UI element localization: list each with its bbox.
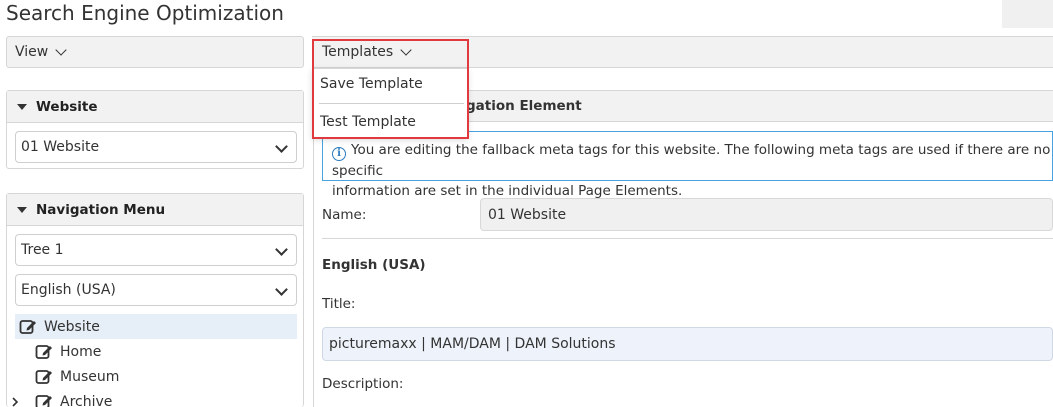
tree-item-archive[interactable]: Archive — [12, 389, 297, 407]
website-panel-header[interactable]: Website — [7, 91, 303, 123]
info-text-line1: You are editing the fallback meta tags f… — [332, 142, 1051, 179]
templates-toolbar: Templates — [312, 36, 1053, 68]
title-input[interactable]: picturemaxx | MAM/DAM | DAM Solutions — [322, 327, 1053, 361]
chevron-down-icon — [275, 243, 288, 256]
tree-select[interactable]: Tree 1 — [15, 234, 297, 266]
info-message: i You are editing the fallback meta tags … — [322, 131, 1053, 199]
edit-icon — [35, 344, 52, 359]
info-icon: i — [332, 147, 346, 161]
tree-select-value: Tree 1 — [21, 242, 64, 258]
edit-icon — [19, 319, 36, 334]
templates-menu-button[interactable]: Templates — [322, 44, 412, 60]
chevron-down-icon — [275, 283, 288, 296]
view-label: View — [15, 44, 49, 60]
caret-down-icon — [17, 103, 27, 110]
chevron-down-icon — [55, 44, 67, 56]
description-label: Description: — [322, 376, 404, 392]
panel-title: gation Element — [466, 98, 582, 114]
navigation-panel-header[interactable]: Navigation Menu — [7, 194, 303, 226]
left-column: View Website 01 Website Navigation Menu … — [0, 30, 312, 407]
page-title: Search Engine Optimization — [6, 1, 284, 25]
tree-item-label: Archive — [60, 393, 113, 407]
title-label: Title: — [322, 296, 356, 312]
chevron-down-icon — [275, 140, 288, 153]
save-template-item[interactable]: Save Template — [320, 76, 423, 92]
navigation-tree: Website Home Museum Archive — [12, 314, 297, 407]
edit-icon — [35, 394, 52, 407]
tree-item-home[interactable]: Home — [15, 339, 297, 364]
name-field-value: 01 Website — [488, 206, 567, 223]
title-input-value: picturemaxx | MAM/DAM | DAM Solutions — [329, 336, 616, 352]
divider — [322, 238, 1053, 239]
chevron-right-icon[interactable] — [10, 397, 20, 407]
tree-item-label: Website — [44, 318, 100, 335]
language-select-value: English (USA) — [21, 282, 116, 298]
tree-item-museum[interactable]: Museum — [15, 364, 297, 389]
navigation-menu-panel: Navigation Menu Tree 1 English (USA) Web… — [6, 193, 304, 407]
language-section-title: English (USA) — [322, 257, 426, 273]
test-template-item[interactable]: Test Template — [320, 114, 416, 130]
tree-item-label: Museum — [60, 368, 120, 385]
view-menu-button[interactable]: View — [6, 36, 304, 68]
menu-separator — [319, 103, 464, 104]
templates-dropdown: Save Template Test Template — [312, 68, 468, 138]
name-field[interactable]: 01 Website — [480, 198, 1053, 231]
tree-item-label: Home — [60, 343, 102, 360]
tree-item-website[interactable]: Website — [15, 314, 297, 339]
top-right-area — [1002, 0, 1053, 28]
chevron-down-icon — [400, 44, 412, 56]
website-select-value: 01 Website — [21, 139, 100, 155]
edit-icon — [35, 369, 52, 384]
website-select[interactable]: 01 Website — [15, 131, 297, 163]
language-select[interactable]: English (USA) — [15, 274, 297, 306]
templates-label: Templates — [322, 44, 394, 60]
navigation-panel-title: Navigation Menu — [36, 201, 166, 218]
website-panel-title: Website — [36, 98, 98, 115]
website-panel: Website 01 Website — [6, 90, 304, 169]
name-label: Name: — [322, 207, 367, 223]
caret-down-icon — [17, 206, 27, 213]
